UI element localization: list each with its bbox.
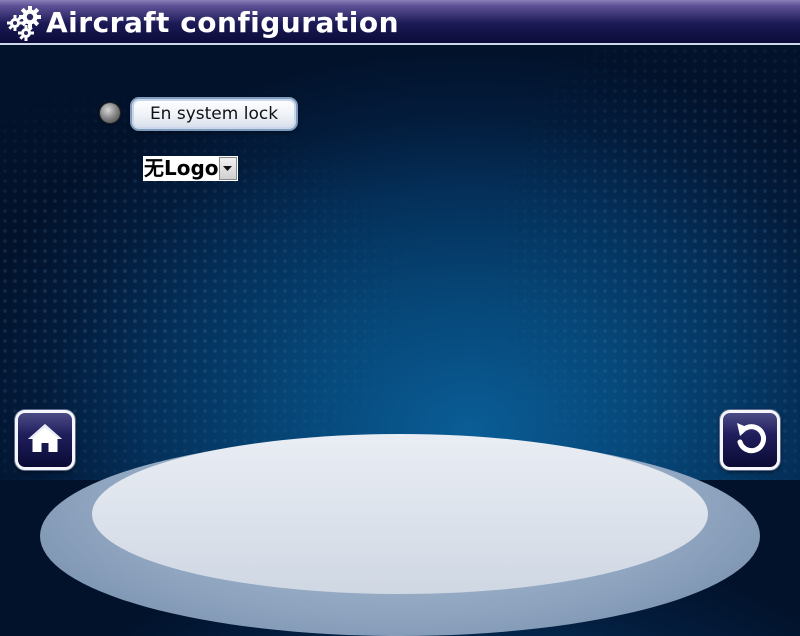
- home-icon: [26, 422, 64, 458]
- background-pattern-right: [0, 46, 800, 480]
- back-button[interactable]: [720, 410, 780, 470]
- bottom-arc: [92, 434, 708, 594]
- system-lock-radio[interactable]: [100, 103, 120, 123]
- logo-select[interactable]: 无Logo: [143, 156, 238, 181]
- home-button[interactable]: [15, 410, 75, 470]
- logo-select-value: 无Logo: [144, 156, 219, 180]
- system-lock-button[interactable]: En system lock: [130, 97, 298, 131]
- page-title: Aircraft configuration: [46, 6, 400, 39]
- back-arrow-icon: [732, 420, 768, 460]
- title-bar: Aircraft configuration: [0, 0, 800, 45]
- gears-icon: [5, 5, 45, 41]
- chevron-down-icon[interactable]: [218, 157, 237, 180]
